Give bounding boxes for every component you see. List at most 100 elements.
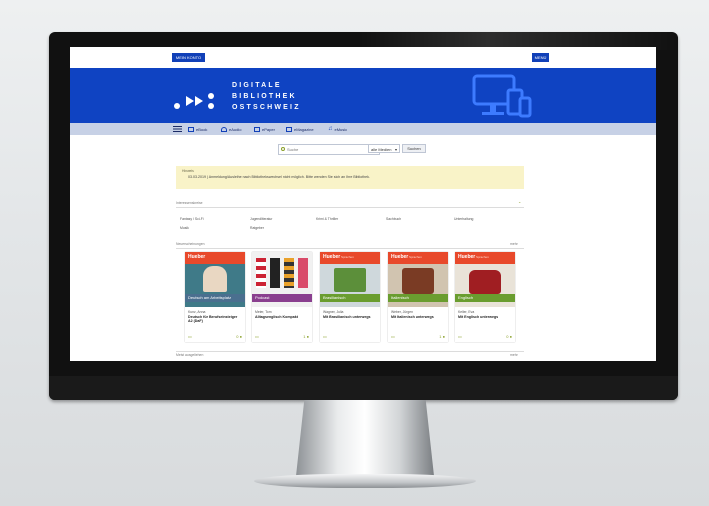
ebook-icon: ▭ <box>391 334 395 339</box>
music-note-icon: ♫ <box>328 126 333 132</box>
cover-photo <box>203 266 227 292</box>
headphones-icon <box>221 126 227 132</box>
cover-band: Podcast <box>252 294 312 302</box>
monitor-mockup: MEIN KONTO MENÜ DIGITALE BIBLIOTHEK OSTS… <box>0 0 709 506</box>
cover-photo <box>298 258 308 288</box>
category-link[interactable]: Fantasy / Sci-Fi <box>180 217 204 221</box>
nav-label: ePaper <box>262 126 275 132</box>
book-title[interactable]: Mit Italienisch unterwegs <box>391 315 445 319</box>
notice-text: 03.03.2019 | Anmeldung/Ausleihe nach Bib… <box>188 175 370 179</box>
nav-label: eMusic <box>334 126 348 132</box>
category-link[interactable]: Unterhaltung <box>454 217 473 221</box>
book-title[interactable]: Alltagsenglisch Kompakt <box>255 315 309 319</box>
monitor-stand-neck <box>296 400 434 476</box>
library-webpage: MEIN KONTO MENÜ DIGITALE BIBLIOTHEK OSTS… <box>70 47 656 361</box>
nav-item-ebook[interactable]: eBook <box>188 125 207 133</box>
devices-icon <box>472 74 532 118</box>
more-link[interactable]: mehr <box>510 353 518 357</box>
more-link[interactable]: mehr <box>510 242 518 246</box>
account-button[interactable]: MEIN KONTO <box>172 53 205 62</box>
book-card[interactable]: Hueber Sprachen Brasilianisch Wagner, Ju… <box>320 252 380 342</box>
cover-photo <box>334 268 366 292</box>
utility-bar: MEIN KONTO MENÜ <box>70 47 656 68</box>
cover-band-text: Podcast <box>255 295 270 300</box>
search-box <box>278 144 380 155</box>
book-cover: Hueber Deutsch am Arbeitsplatz <box>185 252 245 307</box>
cover-band: Deutsch am Arbeitsplatz <box>185 294 245 302</box>
ebook-icon: ▭ <box>458 334 462 339</box>
nav-item-epaper[interactable]: ePaper <box>254 125 275 133</box>
header-banner <box>70 68 656 123</box>
nav-item-emusic[interactable]: ♫ eMusic <box>328 125 347 133</box>
logo-text[interactable]: DIGITALE BIBLIOTHEK OSTSCHWEIZ <box>232 80 301 113</box>
category-link[interactable]: Krimi & Thriller <box>316 217 338 221</box>
ebook-icon: ▭ <box>255 334 259 339</box>
category-link[interactable]: Sachbuch <box>386 217 401 221</box>
book-title[interactable]: Deutsch für Berufseinsteiger A2 (DaF) <box>188 315 242 323</box>
logo-mark-icon[interactable] <box>174 90 220 112</box>
availability: 1 ● <box>439 334 445 339</box>
search-button[interactable]: Suchen <box>402 144 426 153</box>
newspaper-icon <box>254 126 260 132</box>
notice-box: Hinweis 03.03.2019 | Anmeldung/Ausleihe … <box>176 166 524 189</box>
cover-band: Brasilianisch <box>320 294 380 302</box>
ebook-icon: ▭ <box>323 334 327 339</box>
category-link[interactable]: Jugendliteratur <box>250 217 272 221</box>
book-card[interactable]: Podcast Meier, Tom Alltagsenglisch Kompa… <box>252 252 312 342</box>
menu-button[interactable]: MENÜ <box>532 53 549 62</box>
magazine-icon <box>286 126 292 132</box>
book-card[interactable]: Hueber Deutsch am Arbeitsplatz Kunz, Ann… <box>185 252 245 342</box>
divider <box>176 351 524 352</box>
book-cover: Hueber Sprachen Brasilianisch <box>320 252 380 307</box>
nav-label: eAudio <box>229 126 242 132</box>
chevron-down-icon[interactable]: ⌄ <box>518 199 521 204</box>
cover-photo <box>469 270 501 294</box>
cover-brand: Hueber <box>188 254 206 260</box>
logo-line-3: OSTSCHWEIZ <box>232 104 301 111</box>
category-link[interactable]: Ratgeber <box>250 226 264 230</box>
nav-item-eaudio[interactable]: eAudio <box>221 125 241 133</box>
logo-line-1: DIGITALE <box>232 82 282 89</box>
book-cover: Hueber Sprachen Italienisch <box>388 252 448 307</box>
nav-item-emagazine[interactable]: eMagazine <box>286 125 314 133</box>
book-title[interactable]: Mit Englisch unterwegs <box>458 315 512 319</box>
book-title[interactable]: Mit Brasilianisch unterwegs <box>323 315 377 319</box>
select-value: alle Medien <box>371 147 392 152</box>
logo-line-2: BIBLIOTHEK <box>232 93 297 100</box>
book-card[interactable]: Hueber Sprachen Italienisch Weber, Jürge… <box>388 252 448 342</box>
categories-heading: Interessenskreise <box>176 201 203 205</box>
new-titles-heading: Neuerscheinungen <box>176 242 205 246</box>
cover-photo <box>402 268 434 294</box>
availability: 0 ● <box>506 334 512 339</box>
cover-brand: Hueber <box>323 254 341 260</box>
cover-band-text: Italienisch <box>391 295 409 300</box>
book-author: Kunz, Anna <box>188 310 206 314</box>
monitor-stand-foot <box>254 474 476 488</box>
cover-subtitle: Sprachen <box>341 255 354 259</box>
hamburger-menu-icon[interactable] <box>173 126 182 132</box>
media-type-select[interactable]: alle Medien ▾ <box>368 144 400 153</box>
book-author: Wagner, Julia <box>323 310 344 314</box>
book-cover: Podcast <box>252 252 312 307</box>
book-author: Meier, Tom <box>255 310 272 314</box>
cover-header: Hueber <box>185 252 245 264</box>
cover-photo <box>270 258 280 288</box>
availability-count: 1 <box>439 334 442 339</box>
cover-band-text: Brasilianisch <box>323 295 346 300</box>
cover-brand: Hueber <box>458 254 476 260</box>
book-card[interactable]: Hueber Sprachen Englisch Keller, Eva Mit… <box>455 252 515 342</box>
availability: 0 ● <box>236 334 242 339</box>
search-input[interactable] <box>287 145 377 154</box>
cover-band: Italienisch <box>388 294 448 302</box>
category-link[interactable]: Musik <box>180 226 189 230</box>
cover-header: Hueber Sprachen <box>455 252 515 264</box>
cover-subtitle: Sprachen <box>476 255 489 259</box>
cover-band-text: Englisch <box>458 295 474 300</box>
book-icon <box>188 126 194 132</box>
availability-count: 1 <box>303 334 306 339</box>
cover-photo <box>256 258 266 288</box>
notice-title: Hinweis <box>182 169 194 173</box>
cover-band: Englisch <box>455 294 515 302</box>
monitor-chin <box>49 376 678 400</box>
availability-count: 0 <box>236 334 239 339</box>
